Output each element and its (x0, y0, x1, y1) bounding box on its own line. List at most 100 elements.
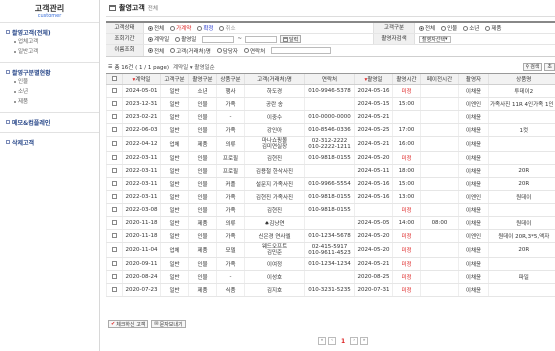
send-message-button[interactable]: ✉ 문자보내기 (151, 320, 186, 328)
row-checkbox[interactable] (112, 206, 117, 212)
cell-select[interactable] (106, 257, 123, 271)
shooter-select[interactable]: 촬영자선택 ▾ (419, 35, 451, 43)
cell-page-time (420, 84, 459, 98)
cell-select[interactable] (106, 164, 123, 178)
col-page-time[interactable]: 페이전시간 (420, 73, 459, 85)
status-option-confirmed[interactable]: 확정 (197, 24, 213, 32)
col-contract-date[interactable]: ▾계약일 (122, 73, 161, 85)
row-checkbox[interactable] (112, 246, 117, 252)
type-option-person[interactable]: 인물 (441, 24, 457, 32)
next-page-button[interactable]: › (350, 337, 359, 345)
first-page-button[interactable]: « (318, 337, 326, 345)
col-customer-type[interactable]: 고객구분 (160, 73, 189, 85)
table-row[interactable]: 2022-03-11 일반 인물 프로필 김용철 한삭사진 2024-05-11 18:00… (106, 164, 555, 178)
reset-button[interactable]: 초 (544, 62, 555, 71)
table-row[interactable]: 2020-11-18 일반 인물 가족 신은경 연사엘 010-1234-5678 2024… (106, 229, 555, 243)
table-row[interactable]: 2022-03-11 일반 인물 커플 설문지 가족사진 010-9966-5554 202… (106, 177, 555, 191)
cell-select[interactable] (106, 84, 123, 98)
name-search-input[interactable] (271, 47, 332, 54)
status-option-tentative[interactable]: 가계약 (170, 24, 191, 32)
col-customer-name[interactable]: 고객(거래처)명 (244, 73, 305, 85)
row-checkbox[interactable] (112, 193, 117, 199)
col-product-name[interactable]: 상품명 (488, 73, 555, 85)
sidebar-item-business-customers[interactable]: 업체고객 (6, 37, 99, 47)
type-option-product[interactable]: 제품 (485, 24, 502, 32)
row-checkbox[interactable] (112, 219, 117, 225)
table-row[interactable]: 2023-02-21 일반 인물 - 이중수 010-0000-0000 2024-05-2… (106, 110, 555, 124)
col-shooter[interactable]: 촬영자 (458, 73, 489, 85)
cell-select[interactable] (106, 203, 123, 217)
cell-select[interactable] (106, 270, 123, 284)
name-option-customer[interactable]: 고객(거래처)명 (170, 47, 211, 55)
row-checkbox[interactable] (112, 140, 117, 146)
table-row[interactable]: 2022-04-12 업체 제품 의류 마나쇼핑몰 김미연실장 02-312-2222 010… (106, 136, 555, 152)
last-page-button[interactable]: » (360, 337, 369, 345)
col-phone[interactable]: 연락처 (304, 73, 355, 85)
table-row[interactable]: 2022-06-03 일반 인물 가족 강인아 010-8546-0336 2024-05-… (106, 123, 555, 137)
col-select-all[interactable] (106, 73, 123, 85)
table-row[interactable]: 2022-03-11 일반 인물 가족 김현진 가족사진 010-9818-0155 202… (106, 190, 555, 204)
row-checkbox[interactable] (112, 113, 117, 119)
current-page[interactable]: 1 (338, 338, 348, 345)
prev-page-button[interactable]: ‹ (328, 337, 336, 345)
col-product-type[interactable]: 상품구분 (216, 73, 245, 85)
sidebar-item-product[interactable]: 제품 (6, 97, 99, 107)
sidebar-item-deleted-customers[interactable]: 삭제고객 (6, 137, 99, 147)
cell-text: 인물 (197, 262, 208, 268)
checked-customers-button[interactable]: ✔ 체크하신 고객 (108, 320, 149, 328)
row-checkbox[interactable] (112, 286, 117, 292)
table-row[interactable]: 2020-09-11 일반 인물 가족 이여정 010-1234-1234 2024-05-… (106, 257, 555, 271)
status-option-cancelled[interactable]: 취소 (219, 24, 236, 32)
cell-text: 20R (518, 181, 530, 187)
row-checkbox[interactable] (112, 180, 117, 186)
cell-select[interactable] (106, 283, 123, 297)
name-option-all[interactable]: 전체 (148, 47, 164, 55)
cell-select[interactable] (106, 110, 123, 124)
table-row[interactable]: 2020-07-23 일반 제품 식품 김지호 010-3231-5235 2020-07-… (106, 283, 555, 297)
period-end-input[interactable] (244, 35, 277, 43)
row-checkbox[interactable] (112, 273, 117, 279)
sidebar-item-person[interactable]: 인물 (6, 77, 99, 87)
cell-select[interactable] (106, 151, 123, 165)
row-checkbox[interactable] (112, 126, 117, 132)
cell-select[interactable] (106, 123, 123, 137)
table-row[interactable]: 2020-11-04 업체 제품 모델 웨드오프트 김민준 02-415-5917 010-9… (106, 242, 555, 258)
cell-select[interactable] (106, 97, 123, 111)
type-option-all[interactable]: 전체 (419, 24, 435, 32)
table-row[interactable]: 2022-03-08 일반 인물 가족 김현진 010-9818-0155 미정 이채윤 (106, 203, 555, 217)
calendar-button[interactable]: 달력 (279, 35, 302, 43)
cell-select[interactable] (106, 136, 123, 152)
row-checkbox[interactable] (112, 100, 117, 106)
sidebar-item-all-customers[interactable]: 촬영고객(전체) (6, 27, 99, 37)
cell-select[interactable] (106, 190, 123, 204)
cell-select[interactable] (106, 242, 123, 258)
name-option-phone[interactable]: 연락처 (243, 47, 265, 55)
row-checkbox[interactable] (112, 260, 117, 266)
search-button[interactable]: ⚲ 검색 (522, 62, 543, 71)
row-checkbox[interactable] (112, 167, 117, 173)
col-shoot-type[interactable]: 촬영구분 (188, 73, 217, 85)
row-checkbox[interactable] (112, 87, 117, 93)
period-option-shoot[interactable]: 촬영일 (175, 35, 196, 43)
col-shoot-date[interactable]: ▾촬영일 (354, 73, 393, 85)
type-option-youth[interactable]: 소년 (463, 24, 479, 32)
sidebar-item-youth[interactable]: 소년 (6, 87, 99, 97)
cell-select[interactable] (106, 216, 123, 230)
table-row[interactable]: 2020-08-24 일반 인물 - 이성호 2020-08-25 미정 이채윤 파일 (106, 270, 555, 284)
row-checkbox[interactable] (112, 232, 117, 238)
status-option-all[interactable]: 전체 (148, 24, 164, 32)
cell-select[interactable] (106, 229, 123, 243)
sidebar-item-general-customers[interactable]: 일반고객 (6, 47, 99, 57)
table-row[interactable]: 2023-12-31 일반 인물 가족 공란 송 2024-05-15 15:00 이엔인 가족… (106, 97, 555, 111)
name-option-manager[interactable]: 담당자 (216, 47, 238, 55)
cell-select[interactable] (106, 177, 123, 191)
row-checkbox[interactable] (112, 154, 117, 160)
sidebar-item-memo-complaint[interactable]: 메모&컴플레인 (6, 117, 99, 127)
col-shoot-time[interactable]: 촬영시간 (392, 73, 421, 85)
table-row[interactable]: 2020-11-18 일반 제품 의류 ♠김냥연 2024-05-05 14:00 08:00… (106, 216, 555, 230)
period-option-contract[interactable]: 계약일 (148, 35, 169, 43)
period-start-input[interactable] (202, 35, 235, 43)
table-row[interactable]: 2022-03-11 일반 인물 프로필 김현진 010-9818-0155 2024-05… (106, 151, 555, 165)
sidebar-item-shoot-status[interactable]: 촬영구분별현황 (6, 67, 99, 77)
table-row[interactable]: 2024-05-01 일반 소년 행사 하도경 010-9946-5378 2024-05-… (106, 84, 555, 98)
